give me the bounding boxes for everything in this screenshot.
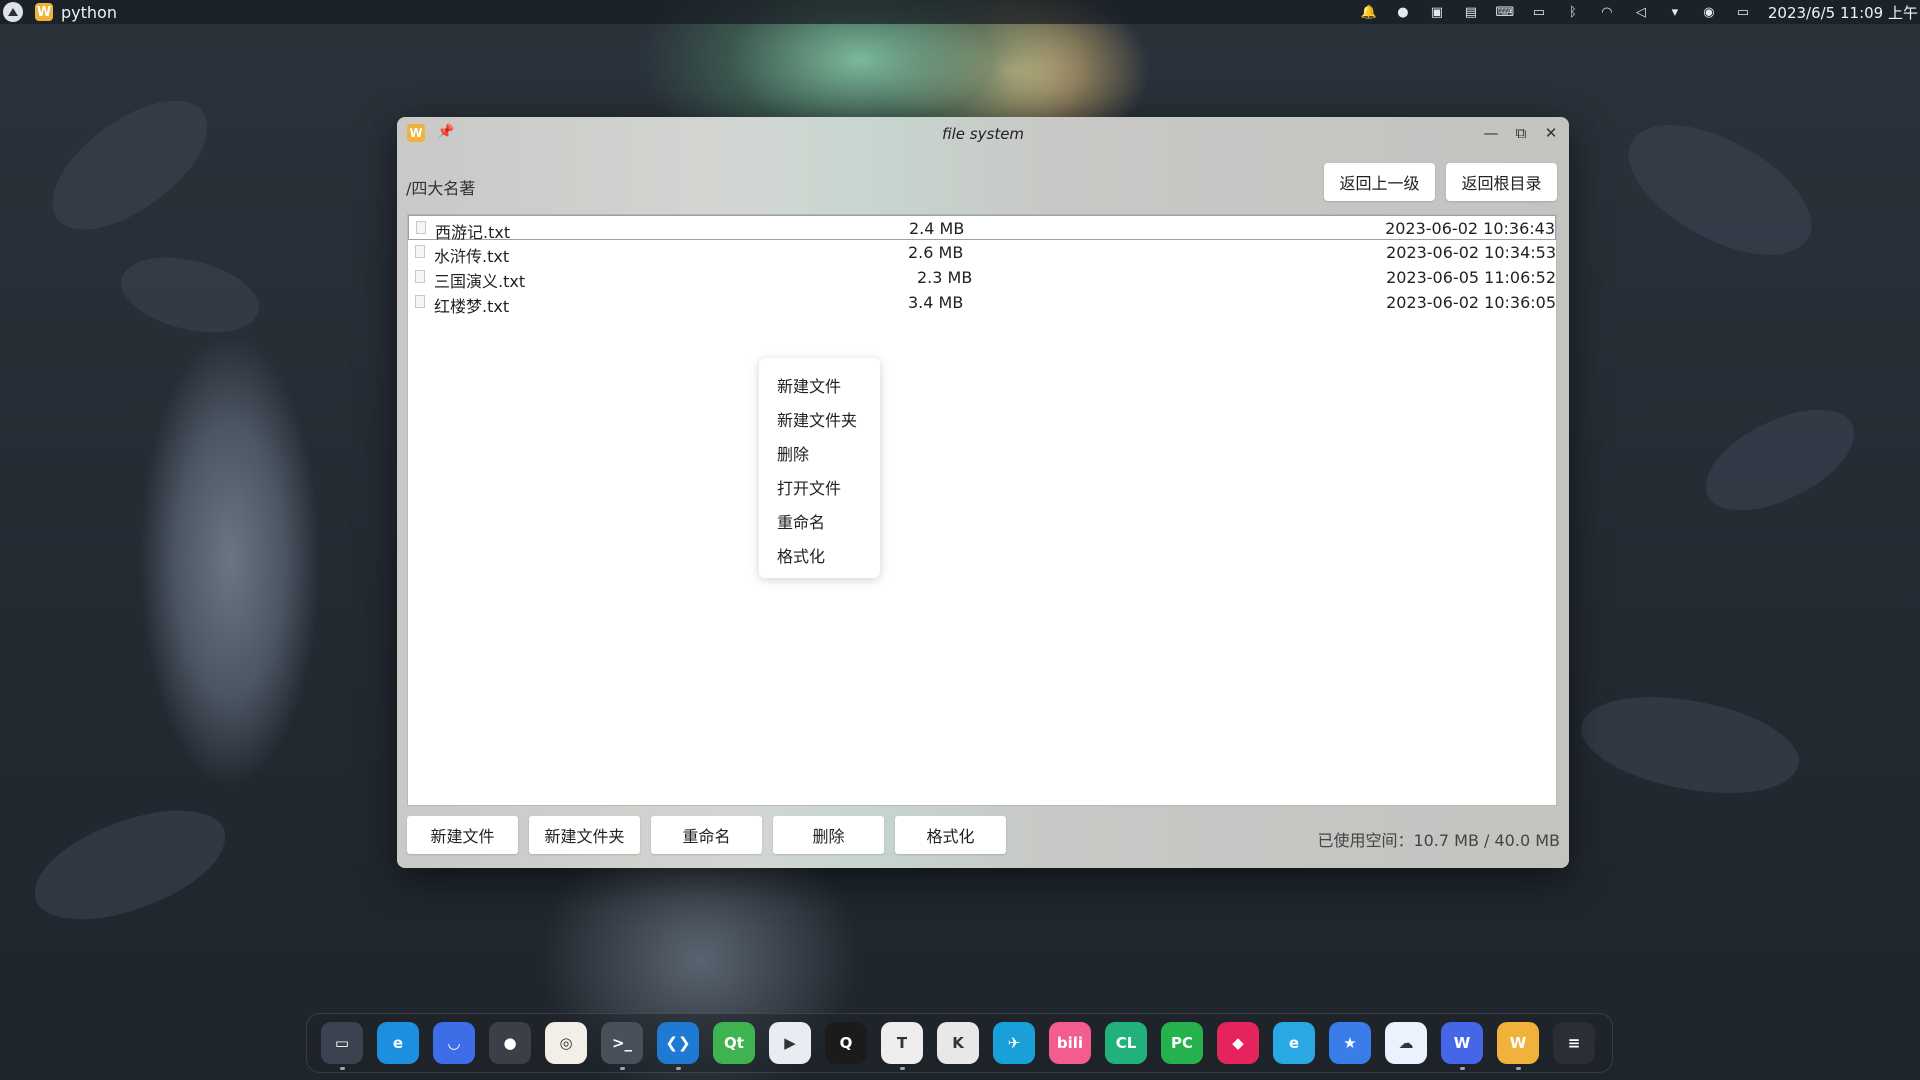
typora-icon[interactable]: T xyxy=(881,1022,923,1064)
wps-app-icon: W xyxy=(35,3,53,21)
volume-icon[interactable]: ◁ xyxy=(1632,5,1650,20)
edge-browser-icon[interactable]: e xyxy=(377,1022,419,1064)
context-menu: 新建文件 新建文件夹 删除 打开文件 重命名 格式化 xyxy=(759,358,880,578)
note-icon[interactable]: ▣ xyxy=(1428,5,1446,20)
menu-item-delete[interactable]: 删除 xyxy=(777,441,809,465)
file-row[interactable]: 水浒传.txt 2.6 MB 2023-06-02 10:34:53 xyxy=(408,240,1556,266)
file-icon xyxy=(416,221,426,234)
calendar-icon[interactable]: ▤ xyxy=(1462,5,1480,20)
image-viewer-icon[interactable]: ◎ xyxy=(545,1022,587,1064)
running-indicator xyxy=(620,1067,625,1070)
title-bar[interactable]: W 📌 file system — ⧉ ✕ xyxy=(397,117,1569,149)
new-folder-button[interactable]: 新建文件夹 xyxy=(529,816,640,854)
file-date: 2023-06-02 10:36:43 xyxy=(1385,219,1555,238)
clock[interactable]: 2023/6/5 11:09 上午 xyxy=(1768,2,1918,23)
new-file-button[interactable]: 新建文件 xyxy=(407,816,518,854)
active-app-name: python xyxy=(61,2,117,22)
menu-item-new-folder[interactable]: 新建文件夹 xyxy=(777,407,857,431)
menu-item-format[interactable]: 格式化 xyxy=(777,543,825,567)
wps-writer-icon[interactable]: W xyxy=(1497,1022,1539,1064)
file-date: 2023-06-05 11:06:52 xyxy=(1386,268,1556,287)
running-indicator xyxy=(340,1067,345,1070)
delete-button[interactable]: 删除 xyxy=(773,816,884,854)
system-tray: 🔔 ● ▣ ▤ ⌨ ▭ ᛒ ◠ ◁ ▾ ◉ ▭ 2023/6/5 11:09 上… xyxy=(1360,0,1920,24)
running-indicator xyxy=(900,1067,905,1070)
file-size: 2.3 MB xyxy=(917,268,973,287)
vscode-icon[interactable]: ❮❯ xyxy=(657,1022,699,1064)
video-player-icon[interactable]: ▶ xyxy=(769,1022,811,1064)
krita-icon[interactable]: K xyxy=(937,1022,979,1064)
current-path: /四大名著 xyxy=(406,179,476,198)
clion-icon[interactable]: CL xyxy=(1105,1022,1147,1064)
bluetooth-icon[interactable]: ᛒ xyxy=(1564,5,1582,20)
qq-icon[interactable]: Q xyxy=(825,1022,867,1064)
format-button[interactable]: 格式化 xyxy=(895,816,1006,854)
file-manager-icon[interactable]: ▭ xyxy=(321,1022,363,1064)
file-name: 三国演义.txt xyxy=(434,272,526,291)
window-title: file system xyxy=(941,125,1025,143)
menu-item-rename[interactable]: 重命名 xyxy=(777,509,825,533)
back-button[interactable]: 返回上一级 xyxy=(1324,163,1435,201)
root-button[interactable]: 返回根目录 xyxy=(1446,163,1557,201)
battery-small-icon[interactable]: ▭ xyxy=(1530,5,1548,20)
stacks-icon[interactable]: ≡ xyxy=(1553,1022,1595,1064)
file-date: 2023-06-02 10:34:53 xyxy=(1386,243,1556,262)
file-list[interactable]: 西游记.txt 2.4 MB 2023-06-02 10:36:43 水浒传.t… xyxy=(407,214,1557,806)
bilibili-icon[interactable]: bili xyxy=(1049,1022,1091,1064)
file-icon xyxy=(415,245,425,258)
file-name: 水浒传.txt xyxy=(434,247,510,266)
mail-icon[interactable]: ◡ xyxy=(433,1022,475,1064)
top-bar: W python 🔔 ● ▣ ▤ ⌨ ▭ ᛒ ◠ ◁ ▾ ◉ ▭ 2023/6/… xyxy=(0,0,1920,24)
cat-icon[interactable]: ● xyxy=(1394,5,1412,20)
running-indicator xyxy=(1516,1067,1521,1070)
storage-usage: 已使用空间：10.7 MB / 40.0 MB xyxy=(1317,831,1560,850)
file-name: 红楼梦.txt xyxy=(434,297,510,316)
user-icon[interactable]: ◉ xyxy=(1700,5,1718,20)
terminal-icon[interactable]: >_ xyxy=(601,1022,643,1064)
baidu-netdisk-icon[interactable]: ☁ xyxy=(1385,1022,1427,1064)
launcher-icon[interactable] xyxy=(3,2,23,22)
menu-item-open-file[interactable]: 打开文件 xyxy=(777,475,841,499)
menu-item-new-file[interactable]: 新建文件 xyxy=(777,373,841,397)
file-size: 2.6 MB xyxy=(908,243,964,262)
file-size: 3.4 MB xyxy=(908,293,964,312)
file-system-window: W 📌 file system — ⧉ ✕ /四大名著 返回上一级 返回根目录 … xyxy=(397,117,1569,868)
maximize-icon[interactable]: ⧉ xyxy=(1509,121,1533,145)
favorites-icon[interactable]: ★ xyxy=(1329,1022,1371,1064)
pycharm-icon[interactable]: PC xyxy=(1161,1022,1203,1064)
toggle-app-icon[interactable]: ● xyxy=(489,1022,531,1064)
wifi-icon[interactable]: ◠ xyxy=(1598,5,1616,20)
bell-icon[interactable]: 🔔 xyxy=(1360,5,1378,20)
file-row[interactable]: 西游记.txt 2.4 MB 2023-06-02 10:36:43 xyxy=(408,215,1556,242)
qt-creator-icon[interactable]: Qt xyxy=(713,1022,755,1064)
dock: ▭ e ◡ ● ◎ >_ ❮❯ Qt ▶ Q T K ✈ bili CL PC ◆ e ★ ☁ W W ≡ xyxy=(306,1013,1613,1073)
close-icon[interactable]: ✕ xyxy=(1539,121,1563,145)
wps-office-icon[interactable]: W xyxy=(1441,1022,1483,1064)
file-icon xyxy=(415,295,425,308)
running-indicator xyxy=(1460,1067,1465,1070)
triangle-down-icon[interactable]: ▾ xyxy=(1666,5,1684,20)
feishu-icon[interactable]: ✈ xyxy=(993,1022,1035,1064)
edge-preview-icon[interactable]: e xyxy=(1273,1022,1315,1064)
keyboard-icon[interactable]: ⌨ xyxy=(1495,5,1514,20)
battery-icon[interactable]: ▭ xyxy=(1734,5,1752,20)
file-size: 2.4 MB xyxy=(909,219,965,238)
file-row[interactable]: 三国演义.txt 2.3 MB 2023-06-05 11:06:52 xyxy=(408,265,1556,291)
minimize-icon[interactable]: — xyxy=(1479,121,1503,145)
file-date: 2023-06-02 10:36:05 xyxy=(1386,293,1556,312)
file-row[interactable]: 红楼梦.txt 3.4 MB 2023-06-02 10:36:05 xyxy=(408,290,1556,316)
jetbrains-toolbox-icon[interactable]: ◆ xyxy=(1217,1022,1259,1064)
running-indicator xyxy=(676,1067,681,1070)
file-icon xyxy=(415,270,425,283)
rename-button[interactable]: 重命名 xyxy=(651,816,762,854)
